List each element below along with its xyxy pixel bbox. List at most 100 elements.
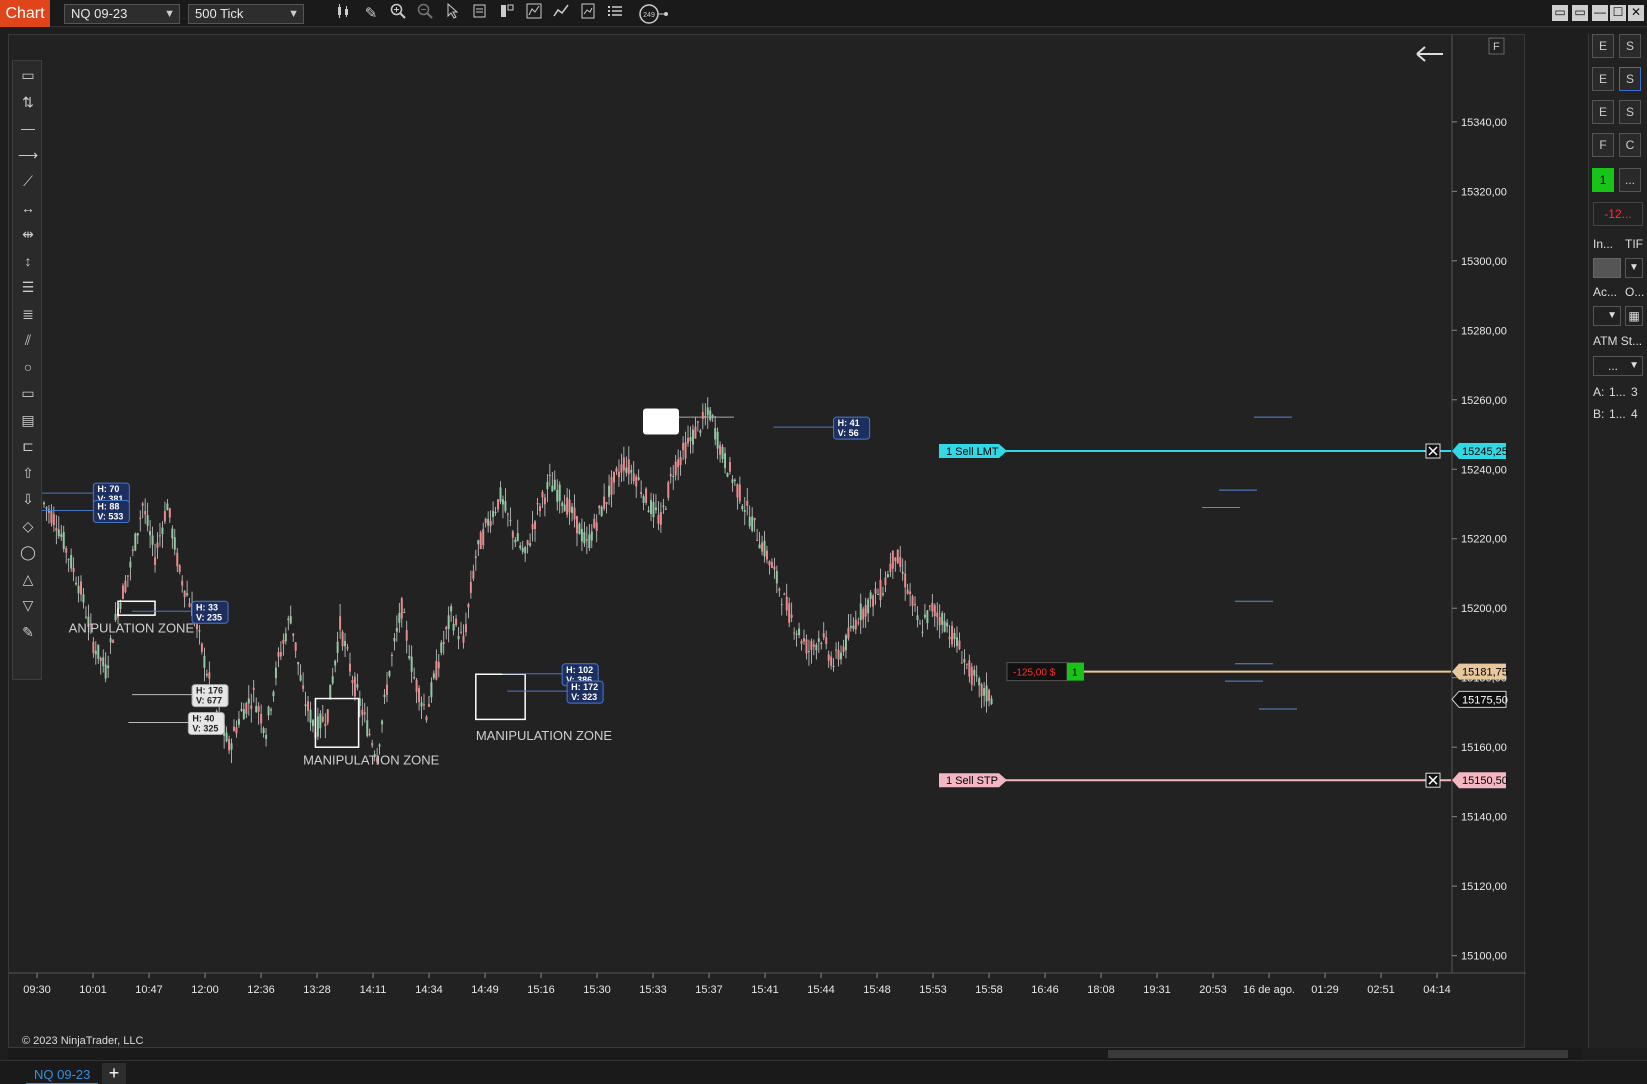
pencil-icon[interactable]: ✎: [17, 621, 39, 643]
chart-trader-panel: E S E S E S F C 1 ... -12... In... TIF ▼…: [1588, 34, 1647, 1048]
candle-body: [447, 615, 450, 629]
position-more-button[interactable]: ...: [1619, 168, 1641, 192]
extended-line-icon[interactable]: ↔: [17, 197, 39, 219]
maximize-button[interactable]: ☐: [1610, 5, 1626, 21]
arrow-down-icon[interactable]: ⇩: [17, 488, 39, 510]
fib-extension-icon[interactable]: ≣: [17, 303, 39, 325]
buy-ask-button[interactable]: E: [1592, 34, 1614, 58]
candle-body: [536, 503, 539, 505]
candle-body: [400, 598, 403, 619]
data-box-icon[interactable]: [469, 3, 491, 25]
diamond-icon[interactable]: ◇: [17, 515, 39, 537]
arrow-up-icon[interactable]: ⇧: [17, 462, 39, 484]
risk-reward-icon[interactable]: ⇅: [17, 91, 39, 113]
window-title[interactable]: Chart: [0, 0, 50, 27]
sell-ask-button[interactable]: S: [1619, 34, 1641, 58]
strategy-icon[interactable]: [523, 3, 545, 25]
flatten-button[interactable]: F: [1592, 133, 1614, 157]
chevron-down-icon[interactable]: ▼: [1625, 258, 1643, 278]
candle-body: [267, 706, 270, 716]
candle-body: [689, 437, 692, 441]
add-tab-button[interactable]: +: [102, 1063, 126, 1084]
tile-icon[interactable]: ▭: [1552, 5, 1568, 21]
regression-icon[interactable]: ▤: [17, 409, 39, 431]
manipulation-zone-box: [314, 697, 360, 748]
x-tick-label: 15:37: [695, 984, 723, 996]
dot-icon[interactable]: ◯: [17, 541, 39, 563]
candle-body: [748, 516, 751, 527]
triangle-down-icon[interactable]: ▽: [17, 594, 39, 616]
atm-strategy-label: ATM St...: [1593, 334, 1643, 348]
candle-body: [492, 510, 495, 518]
tab-instrument[interactable]: NQ 09-23: [26, 1064, 99, 1084]
candle-body: [657, 514, 660, 524]
candle-body: [583, 532, 586, 544]
sell-market-button[interactable]: S: [1619, 67, 1641, 91]
list-icon[interactable]: [604, 3, 626, 25]
indicator-icon[interactable]: [550, 3, 572, 25]
text-icon[interactable]: ⊏: [17, 435, 39, 457]
horizontal-scrollbar[interactable]: [8, 1048, 1582, 1060]
bar-style-icon[interactable]: [332, 3, 354, 25]
minimize-button[interactable]: —: [1592, 5, 1608, 21]
y-tick-label: 15140,00: [1461, 812, 1507, 824]
cascade-icon[interactable]: ▭: [1572, 5, 1588, 21]
diagonal-line-icon[interactable]: ⟋: [17, 170, 39, 192]
candle-body: [558, 484, 561, 501]
candle-body: [872, 595, 875, 607]
triangle-up-icon[interactable]: △: [17, 568, 39, 590]
buy-market-button[interactable]: E: [1592, 67, 1614, 91]
template-icon[interactable]: [577, 3, 599, 25]
candle-body: [677, 459, 680, 468]
candle-body: [820, 643, 823, 645]
position-pnl: -12...: [1593, 202, 1643, 226]
candle-body: [410, 656, 413, 672]
horizontal-line-icon[interactable]: ⇹: [17, 223, 39, 245]
quantity-select[interactable]: [1593, 258, 1621, 278]
candle-body: [916, 615, 919, 621]
chart-panel[interactable]: 15340,00 15320,00 15300,00 15280,00 15260,00…: [8, 34, 1526, 1049]
pencil-icon[interactable]: ✎: [360, 3, 382, 25]
zoom-in-icon[interactable]: [387, 3, 409, 25]
candle-body: [635, 476, 638, 487]
candle-body: [867, 599, 870, 614]
back-arrow-icon[interactable]: [1416, 46, 1443, 62]
instrument-selector[interactable]: NQ 09-23 ▼: [64, 4, 180, 24]
account-select[interactable]: ▼: [1593, 306, 1621, 326]
scrollbar-thumb[interactable]: [1108, 1050, 1568, 1058]
calculator-icon[interactable]: ▦: [1625, 306, 1643, 326]
close-button[interactable]: ✕: [1628, 5, 1644, 21]
candle-body: [84, 616, 87, 618]
atm-strategy-select[interactable]: ... ▼: [1593, 356, 1643, 376]
properties-icon[interactable]: [496, 3, 518, 25]
ruler-icon[interactable]: ▭: [17, 64, 39, 86]
candle-body: [575, 516, 578, 534]
candle-body: [437, 662, 440, 669]
candle-body: [894, 557, 897, 561]
interval-selector[interactable]: 500 Tick ▼: [188, 4, 304, 24]
buy-bid-button[interactable]: E: [1592, 100, 1614, 124]
ellipse-icon[interactable]: ○: [17, 356, 39, 378]
candle-body: [460, 631, 463, 633]
channel-icon[interactable]: ⫽: [17, 329, 39, 351]
line-icon[interactable]: —: [17, 117, 39, 139]
ray-icon[interactable]: ⟶: [17, 144, 39, 166]
candle-body: [788, 603, 791, 623]
candle-body: [173, 537, 176, 550]
hv-label-v: V: 533: [97, 512, 123, 522]
candle-body: [965, 663, 968, 665]
vertical-line-icon[interactable]: ↕: [17, 250, 39, 272]
zoom-out-icon[interactable]: [414, 3, 436, 25]
candle-body: [983, 688, 986, 696]
rectangle-icon[interactable]: ▭: [17, 382, 39, 404]
fib-retracement-icon[interactable]: ☰: [17, 276, 39, 298]
sell-bid-button[interactable]: S: [1619, 100, 1641, 124]
candle-body: [603, 496, 606, 509]
candle-body: [726, 472, 729, 477]
candle-body: [237, 718, 240, 725]
price-chart[interactable]: 15340,00 15320,00 15300,00 15280,00 15260,00…: [9, 35, 1526, 1049]
clock-icon[interactable]: 249: [638, 3, 670, 25]
close-position-button[interactable]: C: [1619, 133, 1641, 157]
candle-body: [881, 593, 884, 595]
pointer-icon[interactable]: [442, 2, 464, 25]
